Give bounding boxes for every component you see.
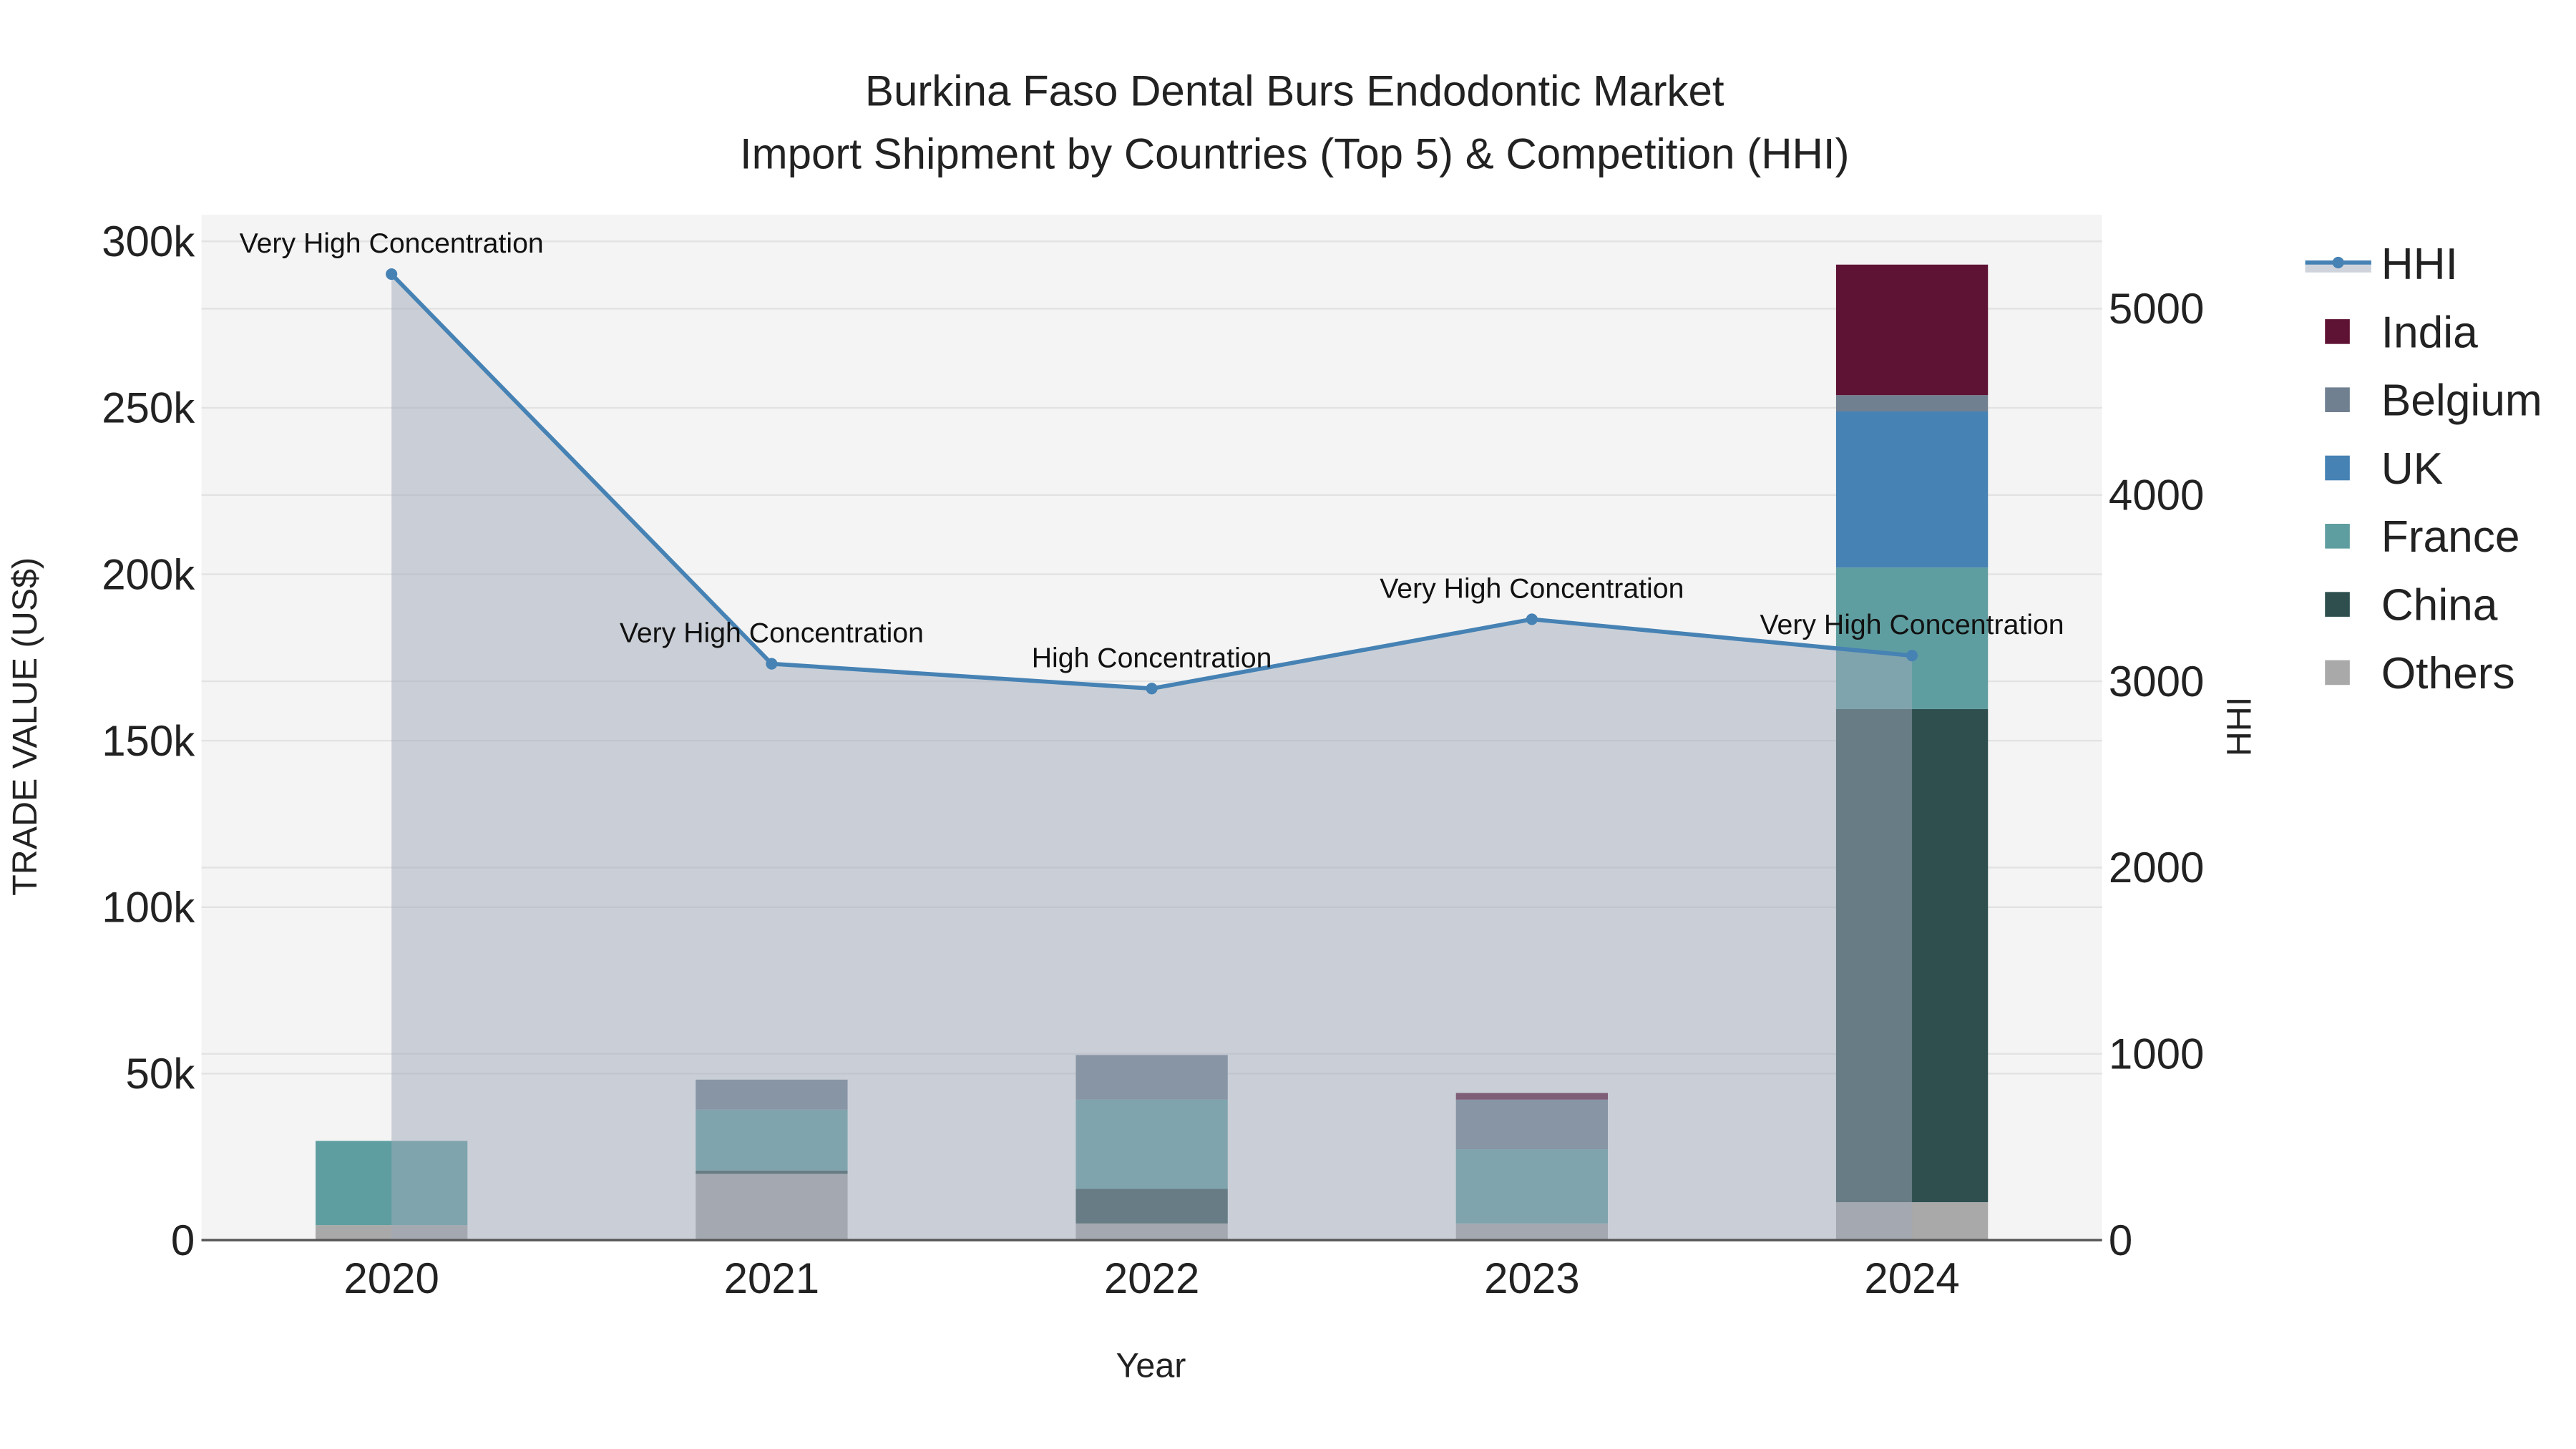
y2-tick-label: 2000 — [2109, 844, 2204, 892]
hhi-annotation: Very High Concentration — [240, 228, 544, 259]
legend-hhi-marker — [2332, 256, 2344, 268]
x-tick-label: 2020 — [343, 1254, 439, 1302]
y-tick-label: 100k — [102, 884, 195, 932]
hhi-annotation: Very High Concentration — [620, 618, 924, 649]
y2-tick-label: 5000 — [2109, 285, 2204, 333]
bar-india-2024 — [1835, 264, 1989, 396]
legend-label-china: China — [2381, 581, 2498, 630]
x-axis-title: Year — [1116, 1347, 1186, 1385]
legend-swatch-belgium — [2325, 387, 2350, 412]
hhi-point-2023 — [1526, 613, 1538, 625]
y2-tick-label: 4000 — [2109, 472, 2204, 519]
bar-belgium-2024 — [1835, 395, 1989, 411]
chart-title-line1: Burkina Faso Dental Burs Endodontic Mark… — [865, 67, 1724, 115]
legend-label-india: India — [2381, 308, 2478, 357]
y2-tick-label: 3000 — [2109, 658, 2204, 706]
y-tick-label: 200k — [102, 550, 195, 598]
hhi-annotation: Very High Concentration — [1760, 609, 2064, 640]
legend-swatch-china — [2325, 592, 2350, 617]
legend-swatch-others — [2325, 660, 2350, 686]
y2-axis-title: HHI — [2220, 697, 2258, 756]
legend-swatch-france — [2325, 524, 2350, 549]
legend-label-france: France — [2381, 512, 2520, 562]
x-tick-label: 2024 — [1864, 1254, 1959, 1302]
x-tick-label: 2021 — [724, 1254, 819, 1302]
hhi-annotation: High Concentration — [1032, 642, 1272, 673]
chart-title-line2: Import Shipment by Countries (Top 5) & C… — [740, 130, 1850, 177]
legend-label-uk: UK — [2381, 444, 2444, 494]
x-tick-label: 2022 — [1104, 1254, 1199, 1302]
hhi-point-2020 — [386, 268, 398, 280]
y2-tick-label: 0 — [2109, 1216, 2132, 1264]
legend-label-others: Others — [2381, 649, 2515, 698]
y-tick-label: 250k — [102, 384, 195, 432]
y-tick-label: 300k — [102, 218, 195, 265]
legend-swatch-uk — [2325, 455, 2350, 481]
x-tick-label: 2023 — [1484, 1254, 1579, 1302]
chart: Very High Concentration Very High Concent… — [0, 0, 2576, 1449]
bar-uk-2024 — [1835, 411, 1989, 568]
y-axis-title: TRADE VALUE (US$) — [6, 557, 44, 896]
legend-swatch-india — [2325, 319, 2350, 344]
y2-tick-label: 1000 — [2109, 1030, 2204, 1078]
legend-label-belgium: Belgium — [2381, 376, 2542, 426]
hhi-point-2022 — [1146, 683, 1158, 695]
legend-label-hhi: HHI — [2381, 240, 2458, 289]
hhi-point-2024 — [1906, 650, 1918, 662]
hhi-annotation: Very High Concentration — [1380, 572, 1684, 604]
y-tick-label: 0 — [171, 1216, 195, 1264]
hhi-point-2021 — [766, 658, 778, 670]
y-tick-label: 150k — [102, 717, 195, 765]
y-tick-label: 50k — [126, 1050, 196, 1098]
